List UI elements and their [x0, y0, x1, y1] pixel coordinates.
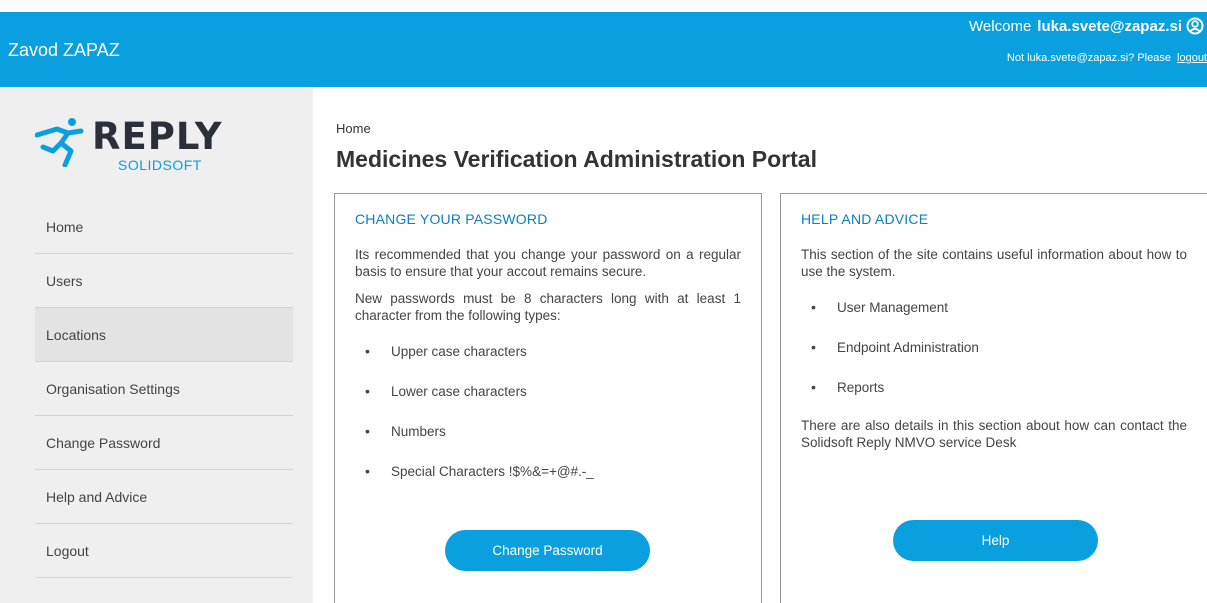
sidebar-item-organisation-settings[interactable]: Organisation Settings [35, 362, 293, 416]
sidebar-item-logout[interactable]: Logout [35, 524, 293, 578]
list-item: Lower case characters [365, 371, 761, 411]
sidebar-item-change-password[interactable]: Change Password [35, 416, 293, 470]
card-paragraph: There are also details in this section a… [801, 418, 1187, 450]
password-rules-list: Upper case characters Lower case charact… [365, 331, 761, 491]
welcome-message: Welcome luka.svete@zapaz.si [969, 17, 1204, 35]
card-paragraph: New passwords must be 8 characters long … [355, 291, 741, 323]
running-figure-icon [35, 118, 84, 167]
help-advice-card: HELP AND ADVICE This section of the site… [780, 193, 1207, 603]
card-heading: CHANGE YOUR PASSWORD [355, 211, 548, 227]
change-password-card: CHANGE YOUR PASSWORD Its recommended tha… [334, 193, 762, 603]
sidebar: REPLY SOLIDSOFT Home Users Locations Org… [0, 87, 313, 603]
list-item: User Management [811, 287, 1207, 327]
help-button[interactable]: Help [893, 520, 1098, 561]
sidebar-item-locations[interactable]: Locations [35, 308, 293, 362]
logo-subtitle: SOLIDSOFT [118, 157, 202, 173]
reply-solidsoft-logo: REPLY SOLIDSOFT [35, 115, 225, 175]
logo-word: REPLY [92, 115, 223, 158]
top-header: Zavod ZAPAZ Welcome luka.svete@zapaz.si … [0, 12, 1207, 87]
not-user-text: Not luka.svete@zapaz.si? Please [1006, 52, 1171, 64]
help-topics-list: User Management Endpoint Administration … [811, 287, 1207, 407]
sidebar-item-help-and-advice[interactable]: Help and Advice [35, 470, 293, 524]
logout-link[interactable]: logout [1177, 52, 1207, 64]
welcome-label: Welcome [969, 17, 1032, 35]
page-title: Medicines Verification Administration Po… [336, 146, 817, 172]
list-item: Special Characters !$%&=+@#.-_ [365, 451, 761, 491]
breadcrumb[interactable]: Home [336, 121, 371, 136]
card-heading: HELP AND ADVICE [801, 211, 929, 227]
organisation-name: Zavod ZAPAZ [8, 40, 120, 60]
card-paragraph: Its recommended that you change your pas… [355, 247, 741, 279]
card-paragraph: This section of the site contains useful… [801, 247, 1187, 279]
username: luka.svete@zapaz.si [1037, 17, 1182, 35]
user-circle-icon[interactable] [1186, 17, 1204, 35]
sidebar-nav: Home Users Locations Organisation Settin… [35, 200, 293, 578]
list-item: Upper case characters [365, 331, 761, 371]
list-item: Numbers [365, 411, 761, 451]
sidebar-item-home[interactable]: Home [35, 200, 293, 254]
list-item: Endpoint Administration [811, 327, 1207, 367]
list-item: Reports [811, 367, 1207, 407]
change-password-button[interactable]: Change Password [445, 530, 650, 571]
not-user-notice: Not luka.svete@zapaz.si? Please logout [1007, 52, 1207, 64]
sidebar-item-users[interactable]: Users [35, 254, 293, 308]
